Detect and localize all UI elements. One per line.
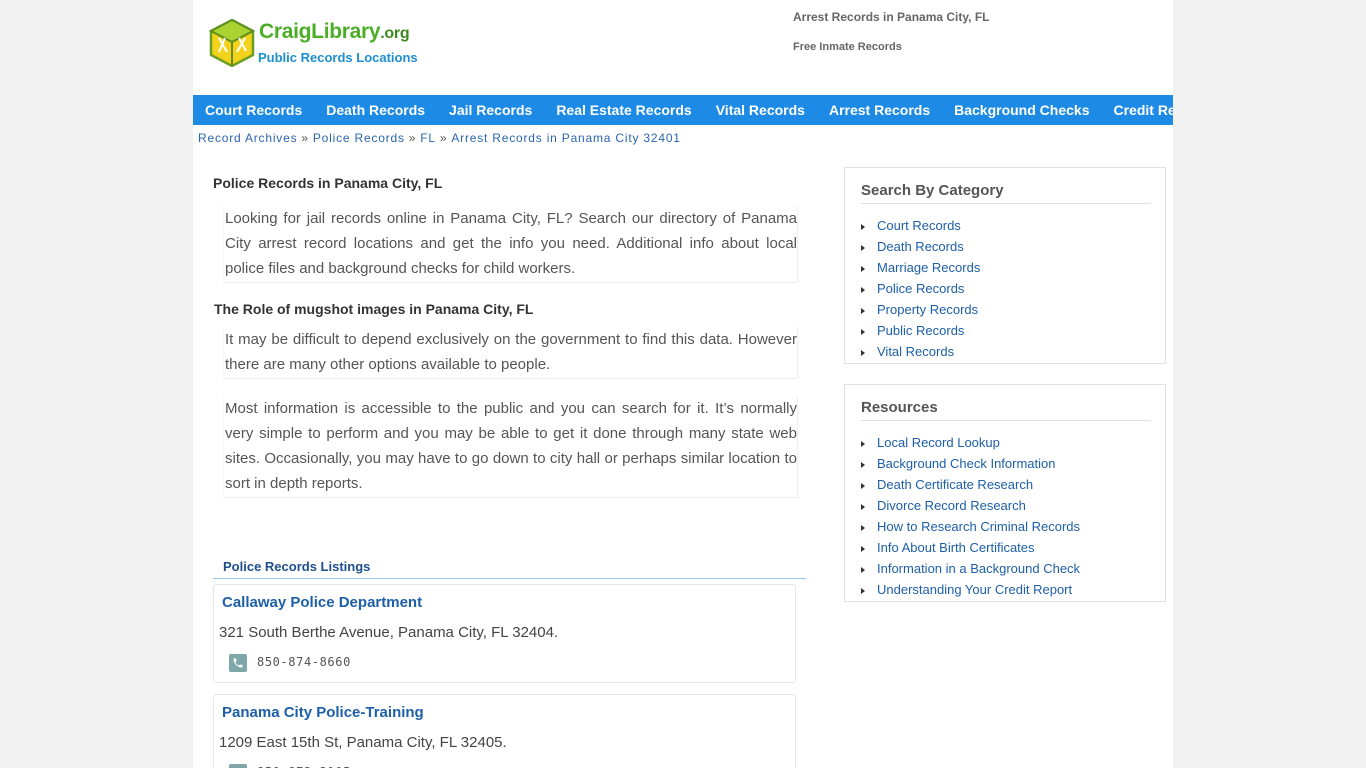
sidebar-resources-title: Resources — [861, 399, 1151, 421]
sidebar-category-item: Death Records — [861, 236, 1165, 257]
listing-card: Panama City Police-Training 1209 East 15… — [213, 694, 796, 768]
brand-tagline: Public Records Locations — [258, 50, 418, 65]
triangle-right-icon — [861, 244, 865, 251]
triangle-right-icon — [861, 566, 865, 573]
resource-link-local-record-lookup[interactable]: Local Record Lookup — [877, 435, 1000, 450]
cube-logo-icon — [209, 18, 255, 68]
triangle-right-icon — [861, 461, 865, 468]
sidebar-category-title: Search By Category — [861, 182, 1151, 204]
sidebar-link-court-records[interactable]: Court Records — [877, 218, 961, 233]
section-heading-mugshot: The Role of mugshot images in Panama Cit… — [214, 301, 534, 317]
sidebar-category-item: Property Records — [861, 299, 1165, 320]
resource-link-credit-report[interactable]: Understanding Your Credit Report — [877, 582, 1072, 597]
page-container: CraigLibrary.org Public Records Location… — [193, 0, 1173, 768]
triangle-right-icon — [861, 503, 865, 510]
sidebar-resource-item: Understanding Your Credit Report — [861, 579, 1165, 600]
sidebar-resource-item: Death Certificate Research — [861, 474, 1165, 495]
sidebar-link-public-records[interactable]: Public Records — [877, 323, 964, 338]
resource-link-birth-certificates[interactable]: Info About Birth Certificates — [877, 540, 1035, 555]
sidebar-resources-list: Local Record Lookup Background Check Inf… — [861, 432, 1165, 600]
header-info: Arrest Records in Panama City, FL Free I… — [793, 10, 990, 53]
sidebar-category-list: Court Records Death Records Marriage Rec… — [861, 215, 1165, 362]
brand-name: CraigLibrary.org — [259, 20, 410, 43]
breadcrumb-record-archives[interactable]: Record Archives — [198, 131, 297, 145]
sidebar-resource-item: Divorce Record Research — [861, 495, 1165, 516]
sidebar-category-item: Vital Records — [861, 341, 1165, 362]
header-page-title: Arrest Records in Panama City, FL — [793, 10, 990, 24]
listing-name[interactable]: Callaway Police Department — [222, 594, 422, 611]
mugshot-paragraph-1: It may be difficult to depend exclusivel… — [223, 327, 798, 379]
nav-arrest-records[interactable]: Arrest Records — [829, 102, 930, 118]
triangle-right-icon — [861, 349, 865, 356]
sidebar-link-marriage-records[interactable]: Marriage Records — [877, 260, 980, 275]
sidebar-link-vital-records[interactable]: Vital Records — [877, 344, 954, 359]
nav-jail-records[interactable]: Jail Records — [449, 102, 532, 118]
sidebar-category-box: Search By Category Court Records Death R… — [844, 167, 1166, 364]
nav-vital-records[interactable]: Vital Records — [716, 102, 805, 118]
nav-death-records[interactable]: Death Records — [326, 102, 425, 118]
sidebar-link-death-records[interactable]: Death Records — [877, 239, 964, 254]
mugshot-paragraph-2: Most information is accessible to the pu… — [223, 396, 798, 498]
breadcrumb-police-records[interactable]: Police Records — [313, 131, 405, 145]
sidebar-category-item: Police Records — [861, 278, 1165, 299]
breadcrumb-separator: » — [301, 131, 309, 145]
sidebar-resource-item: Local Record Lookup — [861, 432, 1165, 453]
section-heading-police-records: Police Records in Panama City, FL — [213, 175, 443, 191]
breadcrumb-separator: » — [408, 131, 417, 145]
triangle-right-icon — [861, 440, 865, 447]
listing-name[interactable]: Panama City Police-Training — [222, 704, 424, 721]
breadcrumb-current[interactable]: Arrest Records in Panama City 32401 — [451, 131, 680, 145]
listings-heading: Police Records Listings — [213, 559, 806, 579]
triangle-right-icon — [861, 265, 865, 272]
sidebar-resource-item: Background Check Information — [861, 453, 1165, 474]
triangle-right-icon — [861, 524, 865, 531]
header-subtitle: Free Inmate Records — [793, 41, 902, 53]
sidebar-category-item: Court Records — [861, 215, 1165, 236]
main-content: Police Records in Panama City, FL Lookin… — [213, 175, 807, 498]
nav-credit-reports[interactable]: Credit Reports — [1113, 102, 1173, 118]
nav-real-estate-records[interactable]: Real Estate Records — [556, 102, 691, 118]
site-logo[interactable]: CraigLibrary.org Public Records Location… — [209, 16, 419, 70]
breadcrumb-separator: » — [439, 131, 448, 145]
resource-link-criminal-records[interactable]: How to Research Criminal Records — [877, 519, 1080, 534]
sidebar-resource-item: How to Research Criminal Records — [861, 516, 1165, 537]
sidebar-category-item: Public Records — [861, 320, 1165, 341]
nav-background-checks[interactable]: Background Checks — [954, 102, 1089, 118]
resource-link-background-check-info[interactable]: Background Check Information — [877, 456, 1055, 471]
intro-paragraph: Looking for jail records online in Panam… — [223, 206, 798, 283]
listing-address: 1209 East 15th St, Panama City, FL 32405… — [219, 734, 507, 751]
listing-phone[interactable]: 850-874-8660 — [257, 655, 351, 669]
triangle-right-icon — [861, 307, 865, 314]
listing-address: 321 South Berthe Avenue, Panama City, FL… — [219, 624, 559, 641]
resource-link-death-certificate[interactable]: Death Certificate Research — [877, 477, 1033, 492]
resource-link-divorce-record[interactable]: Divorce Record Research — [877, 498, 1026, 513]
sidebar-resource-item: Information in a Background Check — [861, 558, 1165, 579]
phone-icon — [229, 764, 247, 768]
triangle-right-icon — [861, 328, 865, 335]
triangle-right-icon — [861, 545, 865, 552]
triangle-right-icon — [861, 587, 865, 594]
sidebar-category-item: Marriage Records — [861, 257, 1165, 278]
sidebar-resources-box: Resources Local Record Lookup Background… — [844, 384, 1166, 602]
breadcrumb: Record Archives» Police Records» FL» Arrest… — [198, 131, 681, 145]
main-nav: Court Records Death Records Jail Records… — [193, 95, 1173, 125]
sidebar-link-police-records[interactable]: Police Records — [877, 281, 964, 296]
nav-court-records[interactable]: Court Records — [205, 102, 302, 118]
phone-icon — [229, 654, 247, 672]
sidebar-link-property-records[interactable]: Property Records — [877, 302, 978, 317]
resource-link-background-check[interactable]: Information in a Background Check — [877, 561, 1080, 576]
breadcrumb-fl[interactable]: FL — [420, 131, 436, 145]
sidebar-resource-item: Info About Birth Certificates — [861, 537, 1165, 558]
triangle-right-icon — [861, 482, 865, 489]
listing-card: Callaway Police Department 321 South Ber… — [213, 584, 796, 683]
triangle-right-icon — [861, 223, 865, 230]
triangle-right-icon — [861, 286, 865, 293]
